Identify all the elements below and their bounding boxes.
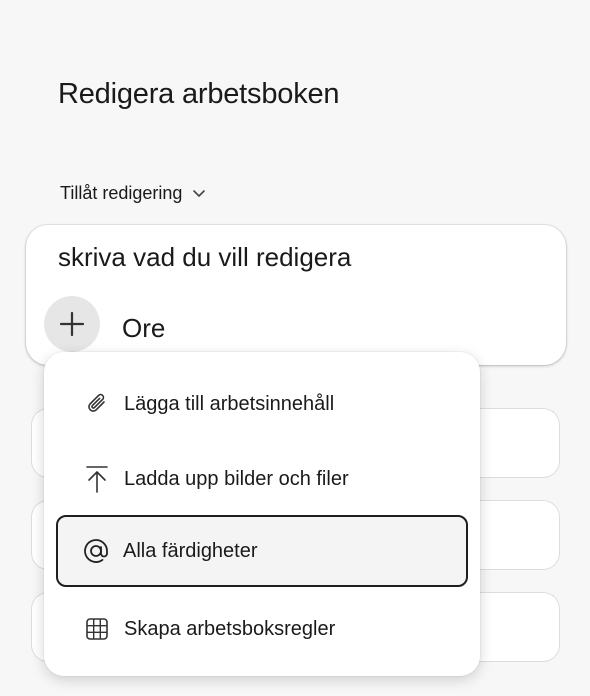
paperclip-icon: [82, 389, 112, 419]
prompt-composer: Ore: [26, 225, 566, 365]
menu-item-add-workbook-content[interactable]: Lägga till arbetsinnehåll: [56, 368, 468, 440]
upload-icon: [82, 464, 112, 494]
menu-item-label: Alla färdigheter: [123, 539, 258, 562]
add-button[interactable]: [44, 296, 100, 352]
page-title: Redigera arbetsboken: [58, 78, 340, 110]
menu-item-label: Ladda upp bilder och filer: [124, 467, 349, 490]
permission-dropdown[interactable]: Tillåt redigering: [60, 183, 206, 204]
prompt-input[interactable]: [58, 242, 538, 273]
plus-icon: [59, 311, 85, 337]
at-sign-icon: [81, 536, 111, 566]
permission-label: Tillåt redigering: [60, 183, 183, 203]
table-grid-icon: [82, 614, 112, 644]
menu-item-create-workbook-rules[interactable]: Skapa arbetsboksregler: [56, 593, 468, 665]
chevron-down-icon: [193, 189, 206, 197]
menu-item-all-skills[interactable]: Alla färdigheter: [56, 515, 468, 587]
add-menu: Lägga till arbetsinnehåll Ladda upp bild…: [44, 352, 480, 676]
more-text: Ore: [122, 313, 166, 343]
menu-item-label: Lägga till arbetsinnehåll: [124, 392, 335, 415]
menu-item-upload-files[interactable]: Ladda upp bilder och filer: [56, 443, 468, 515]
menu-item-label: Skapa arbetsboksregler: [124, 617, 336, 640]
